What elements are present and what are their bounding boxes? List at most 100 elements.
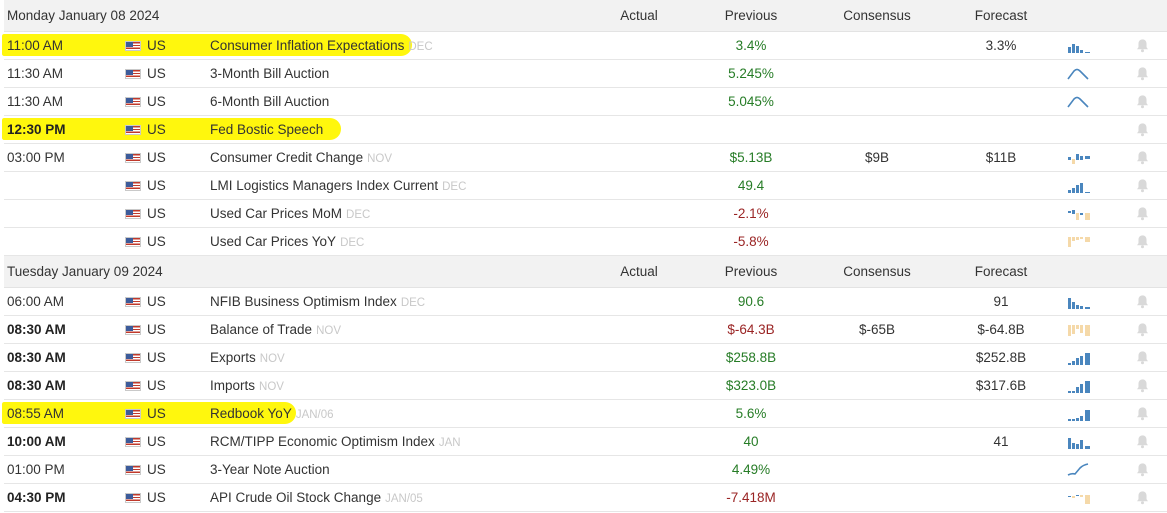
event-country: US	[147, 234, 166, 249]
sparkline-chart-icon[interactable]	[1066, 462, 1092, 477]
sparkline-chart-icon[interactable]	[1066, 150, 1092, 165]
forecast-value: $252.8B	[975, 350, 1027, 365]
bell-icon[interactable]	[1135, 322, 1150, 337]
bell-icon[interactable]	[1135, 490, 1150, 505]
event-name: Used Car Prices YoY	[210, 234, 337, 249]
us-flag-icon	[125, 41, 141, 51]
event-name-link[interactable]: NFIB Business Optimism Index DEC	[210, 288, 425, 317]
event-row[interactable]: 08:30 AM US Balance of Trade NOV $-64.3B $-65…	[4, 316, 1167, 344]
event-row[interactable]: 11:30 AM US 3-Month Bill Auction 5.245%	[4, 60, 1167, 88]
sparkline-chart-icon[interactable]	[1066, 122, 1092, 137]
event-name: Fed Bostic Speech	[210, 122, 324, 137]
event-name: Consumer Inflation Expectations	[210, 38, 405, 53]
event-name: LMI Logistics Managers Index Current	[210, 178, 439, 193]
event-row[interactable]: US Used Car Prices MoM DEC -2.1%	[4, 200, 1167, 228]
bell-icon[interactable]	[1135, 206, 1150, 221]
event-name-link[interactable]: Imports NOV	[210, 372, 284, 401]
sparkline-bar	[1085, 192, 1090, 193]
sparkline-chart-icon[interactable]	[1066, 490, 1092, 505]
sparkline-chart-icon[interactable]	[1066, 434, 1092, 449]
event-row[interactable]: 06:00 AM US NFIB Business Optimism Index DE…	[4, 288, 1167, 316]
sparkline-bar	[1076, 418, 1079, 421]
event-row[interactable]: US Used Car Prices YoY DEC -5.8%	[4, 228, 1167, 256]
event-row[interactable]: US LMI Logistics Managers Index Current DE…	[4, 172, 1167, 200]
event-period: NOV	[259, 353, 285, 365]
sparkline-chart-icon[interactable]	[1066, 234, 1092, 249]
sparkline-chart-icon[interactable]	[1066, 350, 1092, 365]
event-country: US	[147, 434, 166, 449]
event-name-link[interactable]: RCM/TIPP Economic Optimism Index JAN	[210, 428, 461, 457]
sparkline-chart-icon[interactable]	[1066, 322, 1092, 337]
event-name: 3-Year Note Auction	[210, 462, 330, 477]
sparkline-chart-icon[interactable]	[1066, 178, 1092, 193]
event-row[interactable]: 08:30 AM US Exports NOV $258.8B $252.8B	[4, 344, 1167, 372]
event-name-link[interactable]: 3-Year Note Auction	[210, 456, 330, 483]
event-row[interactable]: 01:00 PM US 3-Year Note Auction 4.49%	[4, 456, 1167, 484]
column-header-consensus: Consensus	[843, 8, 911, 23]
event-name: Imports	[210, 378, 256, 393]
sparkline-bar	[1072, 302, 1075, 309]
forecast-value: $11B	[985, 150, 1017, 165]
event-row[interactable]: 08:55 AM US Redbook YoY JAN/06 5.6%	[2, 400, 1167, 429]
sparkline-chart-icon[interactable]	[1066, 38, 1092, 53]
sparkline-chart-icon[interactable]	[1066, 378, 1092, 393]
sparkline-bar	[1085, 237, 1090, 242]
sparkline-chart-icon[interactable]	[1066, 406, 1092, 421]
event-period: NOV	[367, 153, 392, 165]
previous-value: 40	[743, 434, 759, 449]
event-period: DEC	[408, 41, 433, 53]
event-name-link[interactable]: Redbook YoY JAN/06	[210, 400, 334, 429]
event-name-link[interactable]: Consumer Inflation Expectations DEC	[210, 32, 433, 61]
sparkline-bar	[1068, 363, 1071, 365]
event-name-link[interactable]: 6-Month Bill Auction	[210, 88, 329, 115]
sparkline-chart-icon[interactable]	[1066, 94, 1092, 109]
column-header-forecast: Forecast	[974, 264, 1028, 279]
event-time: 06:00 AM	[7, 294, 65, 309]
event-time: 11:30 AM	[7, 94, 64, 109]
bell-icon[interactable]	[1135, 150, 1150, 165]
event-name-link[interactable]: Fed Bostic Speech	[210, 116, 323, 143]
bell-icon[interactable]	[1135, 294, 1150, 309]
sparkline-bar	[1085, 325, 1090, 336]
event-row[interactable]: 12:30 PM US Fed Bostic Speech	[2, 116, 1167, 144]
bell-icon[interactable]	[1135, 406, 1150, 421]
event-name-link[interactable]: 3-Month Bill Auction	[210, 60, 329, 87]
sparkline-bar	[1072, 159, 1075, 164]
event-name-link[interactable]: Consumer Credit Change NOV	[210, 144, 392, 173]
event-row[interactable]: 04:30 PM US API Crude Oil Stock Change JAN/…	[4, 484, 1167, 512]
event-name: Consumer Credit Change	[210, 150, 364, 165]
us-flag-icon	[125, 325, 141, 335]
event-name-link[interactable]: Used Car Prices MoM DEC	[210, 200, 370, 229]
bell-icon[interactable]	[1135, 178, 1150, 193]
event-country: US	[147, 294, 166, 309]
bell-icon[interactable]	[1135, 378, 1150, 393]
bell-icon[interactable]	[1135, 122, 1150, 137]
sparkline-bar	[1080, 50, 1083, 53]
sparkline-chart-icon[interactable]	[1066, 294, 1092, 309]
event-name-link[interactable]: LMI Logistics Managers Index Current DEC	[210, 172, 466, 201]
event-row[interactable]: 08:30 AM US Imports NOV $323.0B $317.6B	[4, 372, 1167, 400]
event-name-link[interactable]: API Crude Oil Stock Change JAN/05	[210, 484, 423, 513]
event-country: US	[147, 406, 166, 421]
bell-icon[interactable]	[1135, 234, 1150, 249]
event-name-link[interactable]: Balance of Trade NOV	[210, 316, 341, 345]
bell-icon[interactable]	[1135, 38, 1150, 53]
us-flag-icon	[125, 237, 141, 247]
event-row[interactable]: 11:30 AM US 6-Month Bill Auction 5.045%	[4, 88, 1167, 116]
forecast-value: 41	[993, 434, 1009, 449]
event-name-link[interactable]: Exports NOV	[210, 344, 285, 373]
event-country: US	[147, 462, 166, 477]
sparkline-chart-icon[interactable]	[1066, 66, 1092, 81]
bell-icon[interactable]	[1135, 350, 1150, 365]
sparkline-bar	[1076, 305, 1079, 309]
bell-icon[interactable]	[1135, 462, 1150, 477]
sparkline-bar	[1085, 213, 1090, 220]
event-row[interactable]: 11:00 AM US Consumer Inflation Expectation…	[2, 32, 1167, 61]
sparkline-chart-icon[interactable]	[1066, 206, 1092, 221]
bell-icon[interactable]	[1135, 94, 1150, 109]
event-name-link[interactable]: Used Car Prices YoY DEC	[210, 228, 364, 257]
event-row[interactable]: 03:00 PM US Consumer Credit Change NOV $5.13…	[4, 144, 1167, 172]
bell-icon[interactable]	[1135, 66, 1150, 81]
bell-icon[interactable]	[1135, 434, 1150, 449]
event-row[interactable]: 10:00 AM US RCM/TIPP Economic Optimism Ind…	[4, 428, 1167, 456]
